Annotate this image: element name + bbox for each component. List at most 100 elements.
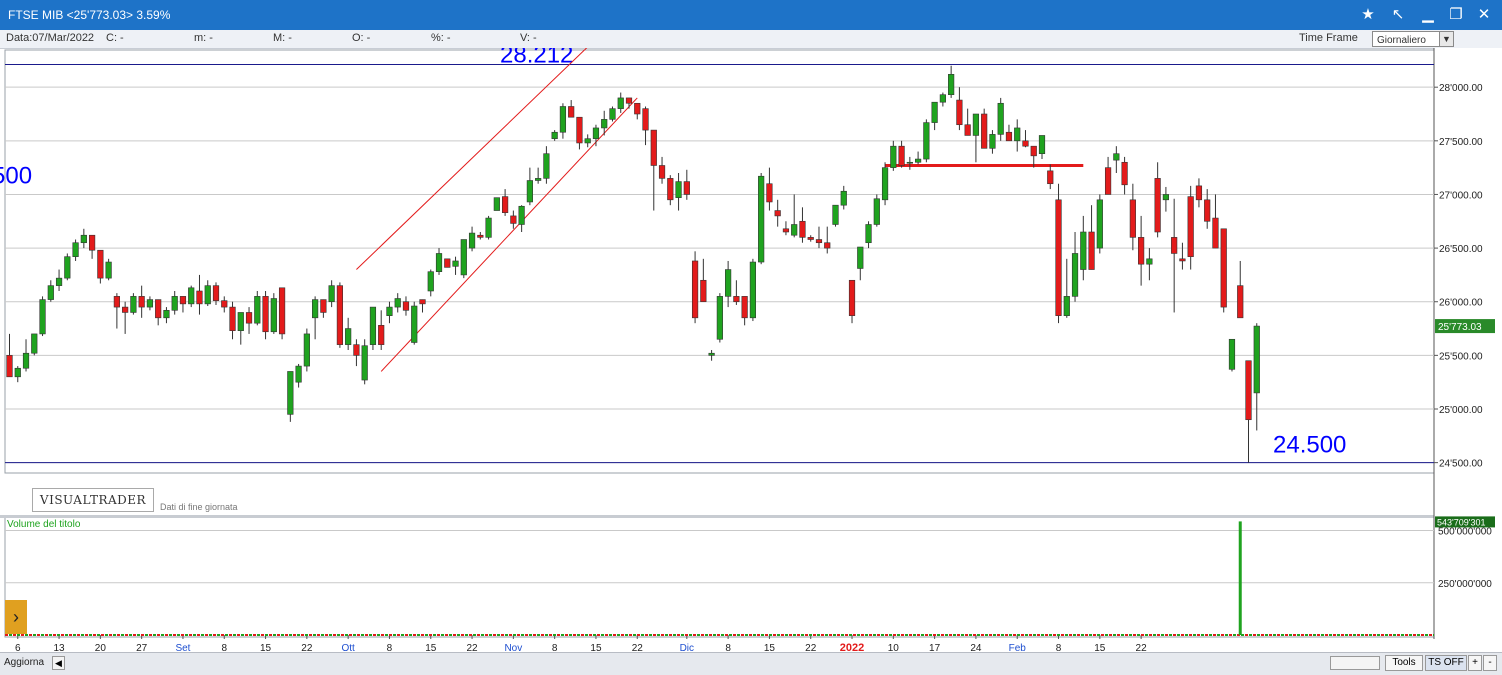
candle-body	[1047, 170, 1054, 185]
candle-body	[468, 232, 476, 249]
candle-body	[14, 367, 21, 378]
candle-body	[981, 113, 988, 149]
candle-body	[1030, 145, 1037, 157]
candle-body	[97, 249, 104, 279]
candle-body	[1080, 231, 1087, 270]
candle-body	[361, 345, 368, 381]
price-tick-label: 26'000.00	[1439, 298, 1483, 309]
x-tick-label: 20	[95, 643, 107, 652]
zoom-out-button[interactable]: -	[1483, 655, 1497, 671]
candle-body	[568, 106, 575, 118]
candle-body	[601, 119, 608, 129]
candle-body	[411, 305, 418, 343]
candle-body	[1146, 258, 1153, 265]
candle-body	[262, 296, 269, 333]
candle-body	[212, 285, 220, 301]
pane-separator[interactable]	[0, 515, 1502, 518]
price-tick-label: 24'500.00	[1439, 459, 1483, 470]
candle-body	[716, 296, 723, 340]
candle-body	[452, 260, 459, 267]
info-max: M: -	[273, 32, 292, 44]
candle-body	[526, 180, 533, 203]
volume-pane[interactable]	[4, 515, 1435, 638]
candle-body	[1212, 217, 1219, 249]
candle-body	[1071, 253, 1079, 297]
star-icon[interactable]: ★	[1357, 5, 1379, 25]
x-tick-label: 24	[970, 643, 982, 652]
candle-body	[1005, 131, 1013, 142]
last-price-label: 25'773.03	[1438, 322, 1482, 333]
title-bar: FTSE MIB <25'773.03> 3.59% ★ ↖ ▁ ❐ ✕	[0, 0, 1502, 30]
candle-body	[1104, 167, 1112, 195]
candle-body	[163, 310, 170, 319]
expand-panel-button[interactable]: ›	[5, 600, 27, 634]
price-pane[interactable]	[4, 49, 1435, 474]
end-of-day-note: Dati di fine giornata	[160, 502, 238, 512]
candle-body	[691, 260, 699, 319]
candle-body	[1088, 231, 1095, 270]
x-tick-label: 8	[387, 643, 393, 652]
zoom-in-button[interactable]: +	[1468, 655, 1482, 671]
chevron-down-icon[interactable]: ▼	[1439, 32, 1453, 46]
time-frame-value: Giornaliero	[1377, 35, 1426, 46]
candle-body	[378, 325, 385, 345]
candle-body	[1138, 237, 1145, 265]
drawing-tool-icon[interactable]: ↖	[1387, 5, 1409, 25]
candle-body	[518, 205, 525, 225]
left-annotation: 500	[0, 163, 32, 190]
chart[interactable]: 24'500.00 25'000.00 25'500.00 26'000.00 26'5…	[0, 48, 1502, 652]
candle-body	[766, 183, 773, 203]
scroll-left-icon[interactable]: ◀	[52, 656, 65, 670]
restore-icon[interactable]: ❐	[1445, 5, 1467, 25]
time-frame-select[interactable]: Giornaliero ▼	[1372, 31, 1454, 47]
horizontal-scrollbar[interactable]	[1330, 656, 1380, 670]
info-min: m: -	[194, 32, 213, 44]
candle-body	[130, 296, 137, 313]
candle-body	[543, 153, 550, 179]
tools-button[interactable]: Tools	[1385, 655, 1423, 671]
candle-body	[898, 145, 905, 166]
candle-body	[881, 167, 889, 201]
candle-body	[171, 296, 178, 311]
candle-body	[1096, 199, 1103, 249]
candle-body	[584, 138, 591, 144]
candle-body	[196, 290, 203, 305]
candle-body	[493, 197, 500, 211]
volume-tick-label: 250'000'000	[1438, 579, 1492, 590]
candle-body	[1179, 258, 1186, 262]
candle-body	[700, 279, 707, 303]
candle-body	[782, 228, 790, 233]
ts-off-button[interactable]: TS OFF	[1425, 655, 1467, 671]
x-tick-label: 17	[929, 643, 941, 652]
minimize-icon[interactable]: ▁	[1417, 5, 1439, 25]
candle-body	[188, 287, 195, 305]
candle-body	[1204, 199, 1211, 222]
candle-body	[22, 352, 30, 369]
info-pct: %: -	[431, 32, 451, 44]
candle-body	[923, 122, 930, 160]
candle-body	[146, 299, 154, 308]
candle-body	[1038, 135, 1046, 154]
candle-body	[444, 258, 451, 268]
candle-body	[873, 198, 880, 225]
x-tick-label: 8	[725, 643, 731, 652]
x-tick-label: 6	[15, 643, 21, 652]
candle-body	[576, 116, 583, 144]
x-tick-label: 22	[632, 643, 644, 652]
candle-body	[551, 131, 558, 139]
support-annotation: 24.500	[1273, 432, 1346, 459]
candle-body	[824, 242, 831, 249]
candle-body	[138, 296, 145, 308]
x-tick-label: 27	[136, 643, 148, 652]
candle-body	[179, 296, 187, 305]
close-icon[interactable]: ✕	[1473, 5, 1495, 25]
candle-body	[815, 239, 823, 244]
candle-body	[295, 365, 302, 383]
candle-body	[972, 113, 980, 136]
candle-body	[394, 298, 401, 308]
candle-body	[1228, 338, 1236, 370]
aggiorna-button[interactable]: Aggiorna	[4, 657, 44, 668]
candle-body	[1195, 185, 1203, 201]
candle-body	[914, 158, 922, 163]
candle-body	[221, 300, 228, 308]
